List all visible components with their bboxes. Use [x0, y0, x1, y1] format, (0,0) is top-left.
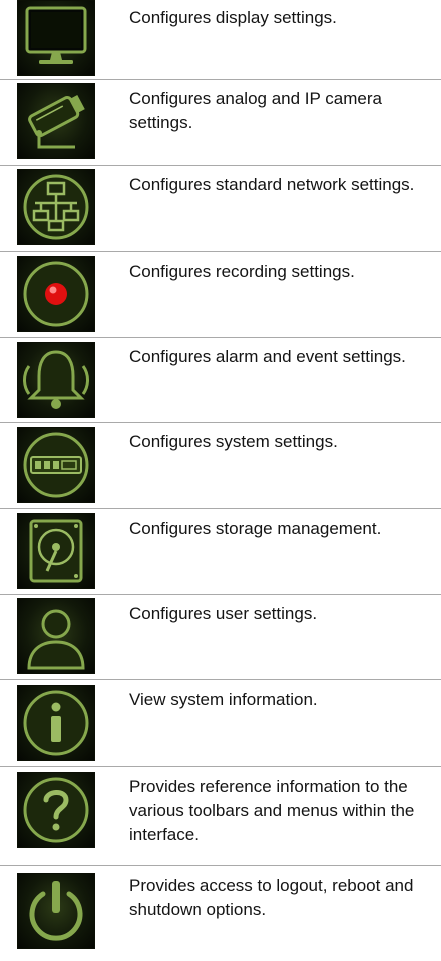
item-description: Configures user settings. [129, 604, 318, 623]
item-description: Configures system settings. [129, 432, 338, 451]
network-icon[interactable] [17, 169, 95, 245]
item-description: Configures display settings. [129, 8, 337, 27]
list-item: Provides access to logout, reboot and sh… [0, 866, 441, 961]
list-item: Configures system settings. [0, 423, 441, 509]
item-description: Configures standard network settings. [129, 175, 415, 194]
storage-hdd-icon[interactable] [17, 513, 95, 589]
item-description: Configures storage management. [129, 519, 382, 538]
list-item: Configures storage management. [0, 509, 441, 595]
list-item: Provides reference information to the va… [0, 767, 441, 866]
system-icon[interactable] [17, 427, 95, 503]
camera-icon[interactable] [17, 83, 95, 159]
item-description: Configures alarm and event settings. [129, 347, 406, 366]
alarm-bell-icon[interactable] [17, 342, 95, 418]
item-description: Configures recording settings. [129, 262, 355, 281]
record-icon[interactable] [17, 256, 95, 332]
info-icon[interactable] [17, 685, 95, 761]
item-description: Configures analog and IP camera settings… [129, 89, 382, 132]
help-icon[interactable] [17, 772, 95, 848]
list-item: Configures display settings. [0, 0, 441, 80]
item-description: Provides access to logout, reboot and sh… [129, 876, 414, 919]
monitor-icon[interactable] [17, 0, 95, 76]
list-item: Configures alarm and event settings. [0, 338, 441, 423]
item-description: View system information. [129, 690, 318, 709]
power-icon[interactable] [17, 873, 95, 949]
user-icon[interactable] [17, 598, 95, 674]
list-item: View system information. [0, 680, 441, 767]
item-description: Provides reference information to the va… [129, 777, 415, 844]
list-item: Configures recording settings. [0, 252, 441, 338]
list-item: Configures user settings. [0, 595, 441, 680]
list-item: Configures standard network settings. [0, 166, 441, 252]
list-item: Configures analog and IP camera settings… [0, 80, 441, 166]
